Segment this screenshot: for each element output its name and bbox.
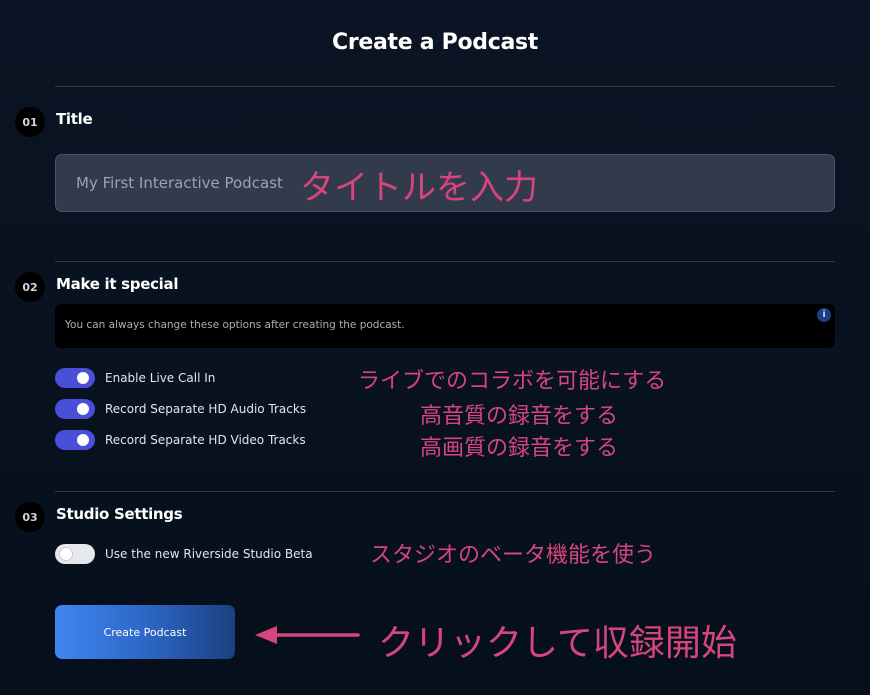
toggle-row-live-call-in: Enable Live Call In: [55, 368, 215, 388]
hd-video-toggle[interactable]: [55, 430, 95, 450]
annotation-click: クリックして収録開始: [378, 623, 737, 664]
hd-audio-toggle[interactable]: [55, 399, 95, 419]
annotation-audio: 高音質の録音をする: [420, 404, 619, 429]
divider: [55, 86, 835, 87]
section-title: Make it special: [56, 275, 179, 293]
section-number-badge: 03: [15, 502, 45, 532]
live-call-in-toggle[interactable]: [55, 368, 95, 388]
toggle-label: Record Separate HD Audio Tracks: [105, 402, 307, 416]
create-podcast-page: Create a Podcast 01 Title タイトルを入力 02 Mak…: [0, 0, 870, 695]
info-icon[interactable]: i: [817, 308, 831, 322]
annotation-studio: スタジオのベータ機能を使う: [370, 543, 657, 568]
toggle-row-hd-audio: Record Separate HD Audio Tracks: [55, 399, 306, 419]
toggle-knob: [77, 434, 89, 446]
info-text: You can always change these options afte…: [65, 319, 405, 331]
section-number-badge: 02: [15, 272, 45, 302]
toggle-knob: [60, 548, 72, 560]
section-number-badge: 01: [15, 107, 45, 137]
toggle-knob: [77, 403, 89, 415]
divider: [55, 261, 835, 262]
section-title: Title: [56, 110, 93, 128]
arrow-left-icon: [255, 626, 360, 644]
toggle-label: Enable Live Call In: [105, 371, 216, 385]
toggle-knob: [77, 372, 89, 384]
divider: [55, 491, 835, 492]
info-box: You can always change these options afte…: [55, 304, 835, 348]
toggle-row-hd-video: Record Separate HD Video Tracks: [55, 430, 306, 450]
section-title: Studio Settings: [56, 505, 183, 523]
annotation-video: 高画質の録音をする: [420, 436, 619, 461]
toggle-label: Record Separate HD Video Tracks: [105, 433, 306, 447]
create-podcast-button[interactable]: Create Podcast: [55, 605, 235, 659]
annotation-title: タイトルを入力: [300, 168, 538, 208]
toggle-row-studio-beta: Use the new Riverside Studio Beta: [55, 544, 313, 564]
annotation-live: ライブでのコラボを可能にする: [358, 369, 667, 394]
page-title: Create a Podcast: [331, 30, 539, 55]
toggle-label: Use the new Riverside Studio Beta: [105, 547, 313, 561]
studio-beta-toggle[interactable]: [55, 544, 95, 564]
